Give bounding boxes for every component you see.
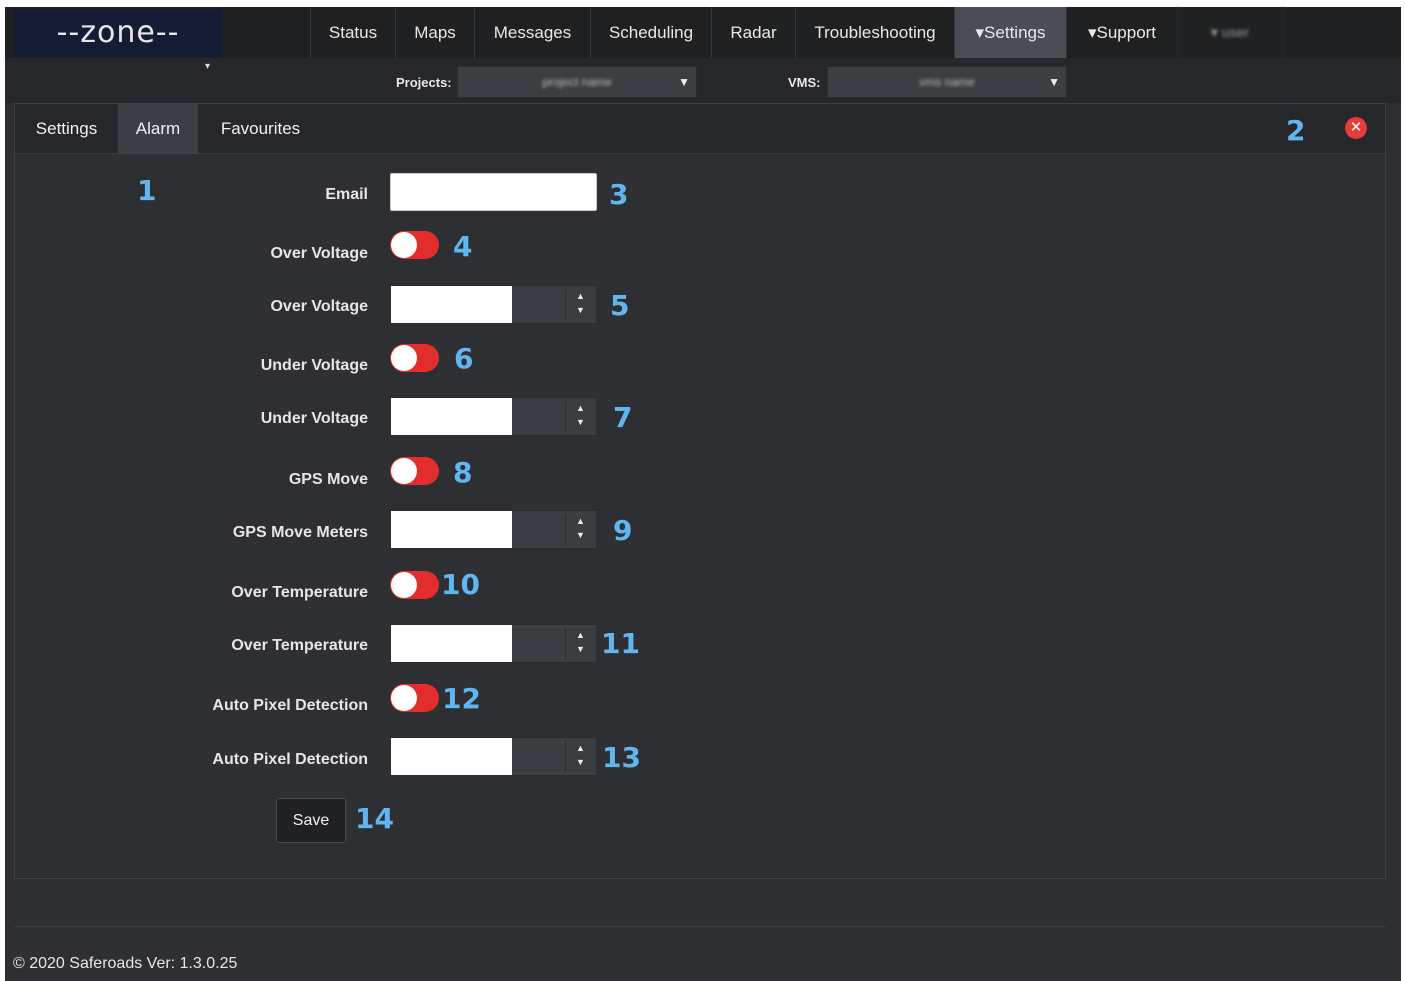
tab-settings[interactable]: Settings bbox=[15, 104, 118, 154]
gps-move-toggle[interactable] bbox=[390, 457, 439, 485]
tab-bar: Settings Alarm Favourites 2 ✕ bbox=[15, 104, 1385, 154]
under-voltage-value-label: Under Voltage bbox=[260, 410, 368, 427]
zone-logo[interactable]: --zone-- bbox=[14, 9, 222, 57]
under-voltage-input[interactable] bbox=[391, 398, 512, 435]
stepper-down-icon[interactable]: ▼ bbox=[576, 758, 585, 767]
footer-divider bbox=[14, 926, 1386, 927]
stepper-up-icon[interactable]: ▲ bbox=[576, 292, 585, 301]
save-button[interactable]: Save bbox=[276, 798, 346, 843]
chevron-down-icon[interactable]: ▾ bbox=[205, 61, 210, 72]
toggle-knob bbox=[391, 572, 417, 598]
over-temperature-stepper[interactable]: ▲ ▼ bbox=[390, 624, 597, 663]
dropdown-arrow-icon: ▼ bbox=[678, 75, 690, 89]
app-window: --zone-- Status Maps Messages Scheduling… bbox=[5, 7, 1401, 981]
annotation-12: 12 bbox=[442, 682, 481, 715]
projects-select[interactable]: project name ▼ bbox=[457, 66, 697, 98]
over-temperature-toggle[interactable] bbox=[390, 571, 439, 599]
stepper-divider bbox=[565, 289, 566, 320]
vms-select-value: vms name bbox=[919, 75, 975, 89]
annotation-8: 8 bbox=[453, 456, 473, 489]
vms-select[interactable]: vms name ▼ bbox=[827, 66, 1067, 98]
over-voltage-input[interactable] bbox=[391, 286, 512, 323]
over-voltage-stepper[interactable]: ▲ ▼ bbox=[390, 285, 597, 324]
annotation-9: 9 bbox=[613, 514, 633, 547]
nav-status[interactable]: Status bbox=[310, 7, 395, 58]
stepper-down-icon[interactable]: ▼ bbox=[576, 645, 585, 654]
projects-select-value: project name bbox=[542, 75, 612, 89]
gps-move-meters-input[interactable] bbox=[391, 511, 512, 548]
nav-troubleshooting[interactable]: Troubleshooting bbox=[795, 7, 954, 58]
under-voltage-toggle[interactable] bbox=[390, 344, 439, 372]
gps-move-meters-stepper[interactable]: ▲ ▼ bbox=[390, 510, 597, 549]
over-temperature-value-label: Over Temperature bbox=[231, 637, 368, 654]
close-icon[interactable]: ✕ bbox=[1345, 117, 1367, 139]
nav-scheduling[interactable]: Scheduling bbox=[590, 7, 711, 58]
stepper-up-icon[interactable]: ▲ bbox=[576, 404, 585, 413]
stepper-divider bbox=[565, 628, 566, 659]
annotation-7: 7 bbox=[613, 401, 633, 434]
dropdown-arrow-icon: ▼ bbox=[1048, 75, 1060, 89]
auto-pixel-toggle[interactable] bbox=[390, 684, 439, 712]
annotation-14: 14 bbox=[355, 802, 394, 835]
annotation-3: 3 bbox=[609, 178, 629, 211]
filter-bar: ▾ Projects: project name ▼ VMS: vms name… bbox=[5, 58, 1401, 103]
tab-favourites[interactable]: Favourites bbox=[198, 104, 323, 154]
stepper-up-icon[interactable]: ▲ bbox=[576, 744, 585, 753]
annotation-5: 5 bbox=[610, 289, 630, 322]
footer-copyright: © 2020 Saferoads Ver: 1.3.0.25 bbox=[13, 955, 238, 972]
under-voltage-toggle-label: Under Voltage bbox=[260, 357, 368, 374]
auto-pixel-toggle-label: Auto Pixel Detection bbox=[212, 697, 368, 714]
annotation-2: 2 bbox=[1286, 114, 1306, 147]
projects-label: Projects: bbox=[396, 75, 452, 90]
stepper-divider bbox=[565, 741, 566, 772]
nav-radar[interactable]: Radar bbox=[711, 7, 795, 58]
auto-pixel-input[interactable] bbox=[391, 738, 512, 775]
over-voltage-toggle-label: Over Voltage bbox=[270, 245, 368, 262]
under-voltage-stepper[interactable]: ▲ ▼ bbox=[390, 397, 597, 436]
stepper-down-icon[interactable]: ▼ bbox=[576, 531, 585, 540]
toggle-knob bbox=[391, 232, 417, 258]
settings-panel: Settings Alarm Favourites 2 ✕ 1 Email 3 … bbox=[14, 103, 1386, 879]
over-voltage-toggle[interactable] bbox=[390, 231, 439, 259]
gps-move-meters-label: GPS Move Meters bbox=[232, 524, 368, 541]
stepper-down-icon[interactable]: ▼ bbox=[576, 418, 585, 427]
nav-messages[interactable]: Messages bbox=[474, 7, 590, 58]
gps-move-toggle-label: GPS Move bbox=[288, 471, 368, 488]
annotation-13: 13 bbox=[602, 741, 641, 774]
annotation-6: 6 bbox=[454, 342, 474, 375]
auto-pixel-stepper[interactable]: ▲ ▼ bbox=[390, 737, 597, 776]
stepper-up-icon[interactable]: ▲ bbox=[576, 517, 585, 526]
vms-label: VMS: bbox=[788, 75, 821, 90]
nav-support[interactable]: ▾Support bbox=[1066, 7, 1177, 58]
over-voltage-value-label: Over Voltage bbox=[270, 298, 368, 315]
annotation-4: 4 bbox=[453, 230, 473, 263]
auto-pixel-value-label: Auto Pixel Detection bbox=[212, 751, 368, 768]
stepper-down-icon[interactable]: ▼ bbox=[576, 306, 585, 315]
toggle-knob bbox=[391, 345, 417, 371]
annotation-10: 10 bbox=[441, 568, 480, 601]
stepper-divider bbox=[565, 401, 566, 432]
nav-maps[interactable]: Maps bbox=[395, 7, 474, 58]
toggle-knob bbox=[391, 458, 417, 484]
nav-user-menu[interactable]: ▾ user bbox=[1177, 7, 1283, 58]
tab-alarm[interactable]: Alarm bbox=[118, 104, 198, 154]
nav-settings[interactable]: ▾Settings bbox=[954, 7, 1066, 58]
toggle-knob bbox=[391, 685, 417, 711]
over-temperature-input[interactable] bbox=[391, 625, 512, 662]
stepper-divider bbox=[565, 514, 566, 545]
top-navigation: --zone-- Status Maps Messages Scheduling… bbox=[5, 7, 1401, 58]
email-label: Email bbox=[325, 186, 368, 203]
email-field[interactable] bbox=[390, 173, 597, 211]
over-temperature-toggle-label: Over Temperature bbox=[231, 584, 368, 601]
annotation-11: 11 bbox=[601, 627, 640, 660]
stepper-up-icon[interactable]: ▲ bbox=[576, 631, 585, 640]
